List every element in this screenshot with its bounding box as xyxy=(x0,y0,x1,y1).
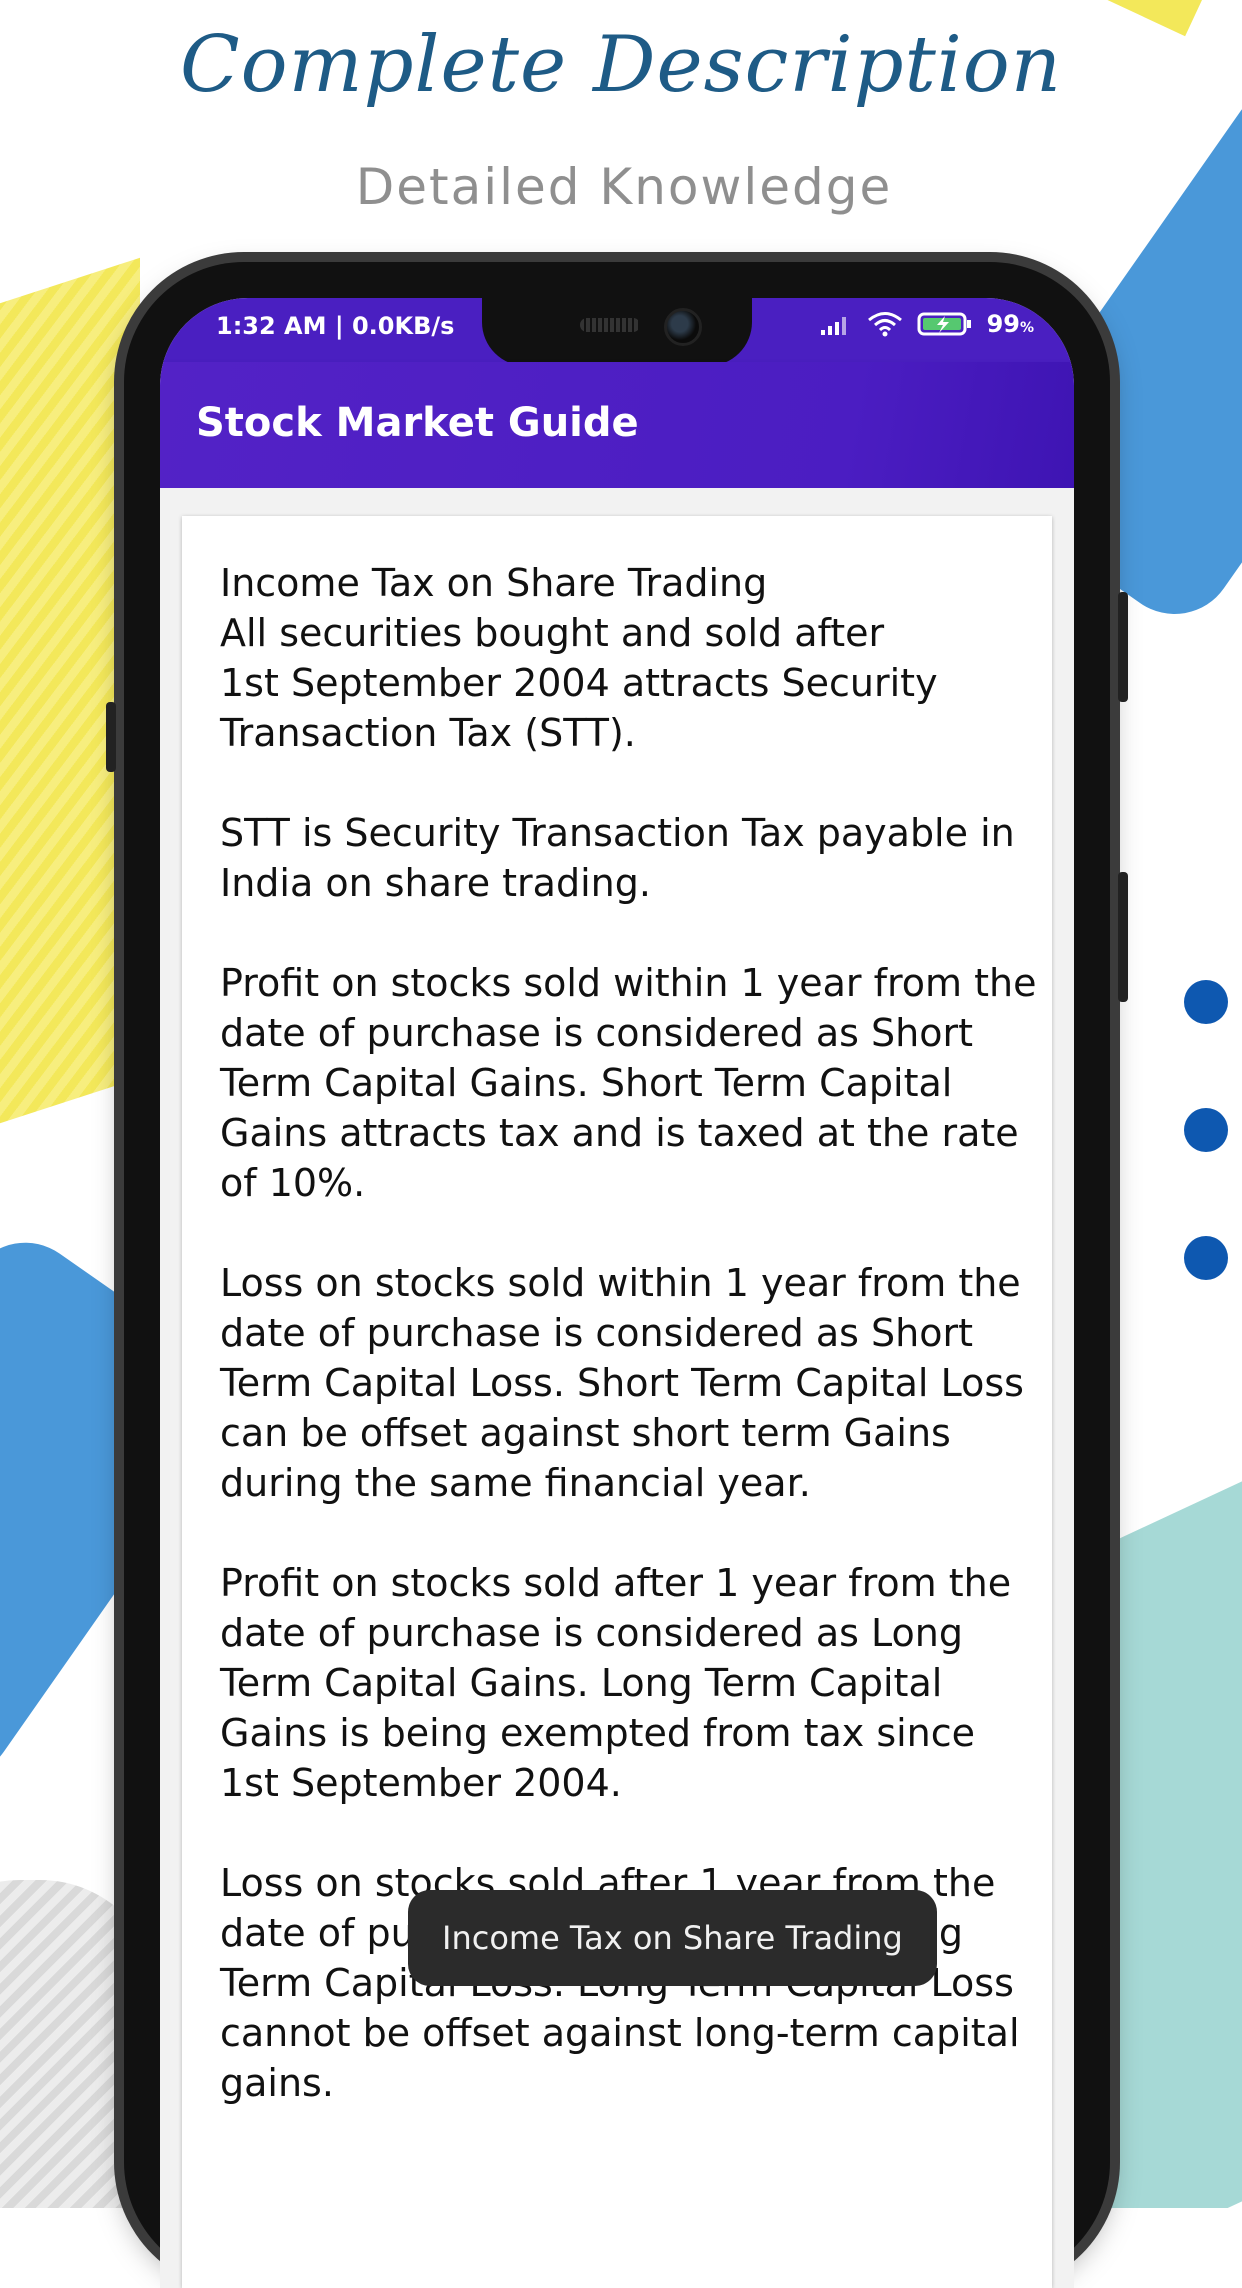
promo-subheadline: Detailed Knowledge xyxy=(355,158,893,216)
article-paragraph: STT is Security Transaction Tax payable … xyxy=(220,811,1015,905)
status-time: 1:32 AM | 0.0KB/s xyxy=(216,312,455,340)
article-paragraph: Profit on stocks sold within 1 year from… xyxy=(220,961,1037,1205)
front-camera xyxy=(664,308,702,346)
phone-screen: 1:32 AM | 0.0KB/s 99% Stock Market Guide… xyxy=(160,298,1074,2288)
speaker-grille xyxy=(580,318,640,332)
yellow-stripe-shape xyxy=(0,257,140,1163)
article-paragraph: Profit on stocks sold after 1 year from … xyxy=(220,1561,1012,1805)
power-button xyxy=(1118,872,1128,1002)
battery-charging-icon xyxy=(917,312,971,336)
phone-frame: 1:32 AM | 0.0KB/s 99% Stock Market Guide… xyxy=(106,262,1128,2288)
promo-headline: Complete Description xyxy=(180,20,1062,110)
toast-message: Income Tax on Share Trading xyxy=(408,1890,937,1986)
wifi-icon xyxy=(867,312,902,337)
app-title: Stock Market Guide xyxy=(196,400,639,446)
article-paragraph: Loss on stocks sold within 1 year from t… xyxy=(220,1261,1024,1505)
pagination-dot xyxy=(1184,1236,1228,1280)
signal-icon xyxy=(820,317,846,335)
side-button xyxy=(106,702,116,772)
app-bar: Stock Market Guide xyxy=(160,362,1074,488)
battery-level: 99% xyxy=(986,310,1034,338)
article-card[interactable]: Income Tax on Share Trading All securiti… xyxy=(182,516,1052,2288)
article-paragraph: Income Tax on Share Trading All securiti… xyxy=(220,561,938,755)
display-notch xyxy=(482,298,752,366)
status-icons: 99% xyxy=(819,310,1034,338)
volume-button xyxy=(1118,592,1128,702)
pagination-dots xyxy=(1184,980,1234,1364)
pagination-dot xyxy=(1184,980,1228,1024)
pagination-dot xyxy=(1184,1108,1228,1152)
